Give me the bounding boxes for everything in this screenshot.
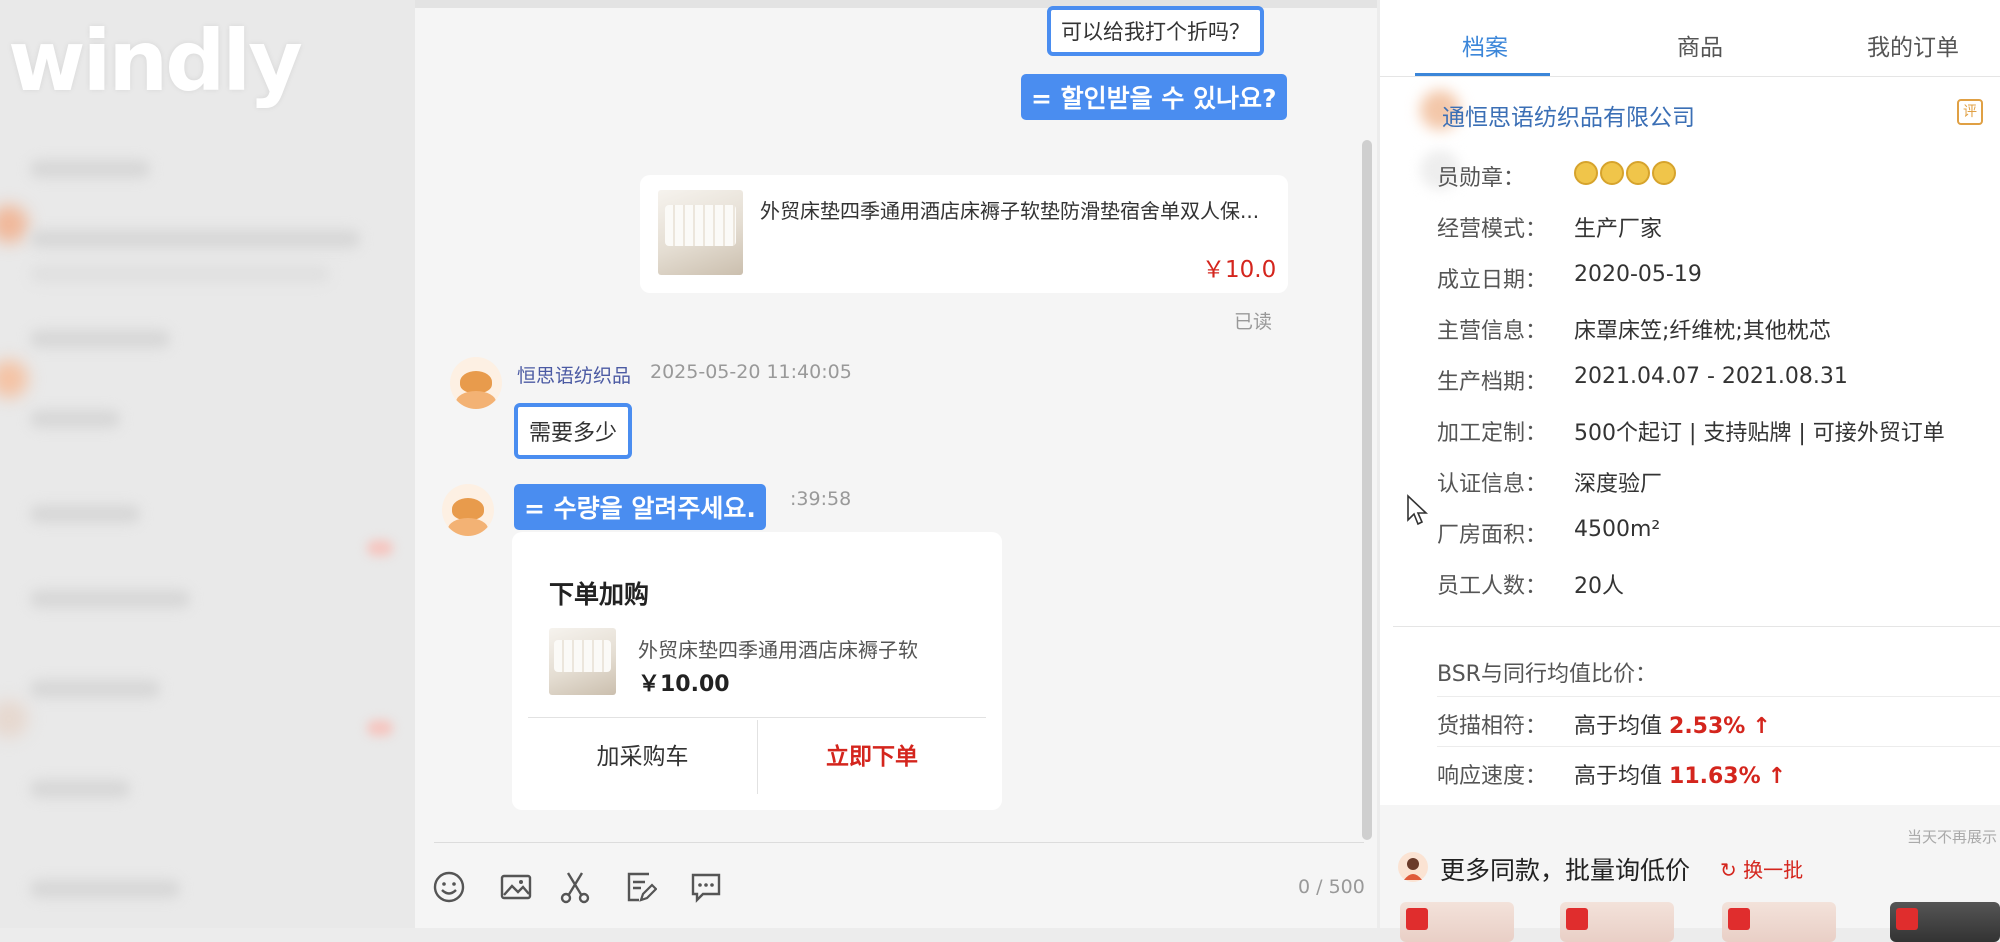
- value-certification: 深度验厂: [1574, 472, 1663, 497]
- seller-avatar: [442, 484, 494, 536]
- label-certification: 认证信息：: [1437, 472, 1548, 497]
- customer-message-bubble: 可以给我打个折吗？: [1047, 6, 1264, 56]
- translation-caption: = 수량을 알려주세요.: [514, 484, 766, 530]
- conversation-list: [0, 0, 415, 928]
- similar-product-thumb[interactable]: [1722, 902, 1836, 942]
- order-card-title: 下单加购: [549, 580, 650, 609]
- product-price: ￥10.0: [1202, 257, 1277, 283]
- blurred-row: [30, 505, 140, 523]
- watermark-logo: windly: [8, 12, 303, 110]
- label-response-speed: 响应速度：: [1437, 764, 1548, 789]
- blurred-row: [30, 590, 190, 608]
- label-customization: 加工定制：: [1437, 421, 1548, 446]
- blurred-avatar: [0, 700, 28, 738]
- label-main-business: 主营信息：: [1437, 319, 1548, 344]
- scissors-icon[interactable]: [557, 870, 593, 906]
- section-divider: [1393, 626, 2000, 627]
- value-response-speed: 高于均值 11.63% ↑: [1574, 764, 1787, 789]
- message-time: :39:58: [790, 488, 852, 510]
- refresh-batch-button[interactable]: ↻ 换一批: [1720, 854, 1803, 883]
- similar-product-thumb[interactable]: [1890, 902, 2000, 942]
- value-customization: 500个起订 | 支持贴牌 | 可接外贸订单: [1574, 421, 1945, 446]
- seller-avatar: [450, 357, 502, 409]
- value-production-schedule: 2021.04.07 - 2021.08.31: [1574, 364, 1848, 389]
- bsr-divider: [1437, 746, 2000, 747]
- order-product-thumbnail: [549, 628, 616, 695]
- read-status: 已读: [1234, 311, 1273, 333]
- product-thumbnail: [658, 190, 743, 275]
- blurred-row: [30, 410, 120, 428]
- section-avatar-icon: [1398, 852, 1428, 882]
- blurred-row: [30, 230, 360, 248]
- translation-caption: = 할인받을 수 있나요?: [1021, 74, 1287, 120]
- more-similar-title: 更多同款，批量询低价: [1440, 856, 1691, 885]
- tab-products[interactable]: 商品: [1677, 28, 1723, 62]
- input-divider: [434, 842, 1364, 843]
- label-factory-area: 厂房面积：: [1437, 523, 1548, 548]
- tab-profile[interactable]: 档案: [1462, 28, 1508, 62]
- blurred-badge: [367, 720, 393, 736]
- emoji-icon[interactable]: [431, 870, 467, 906]
- similar-product-thumb[interactable]: [1400, 902, 1514, 942]
- mouse-cursor-icon: [1406, 494, 1430, 532]
- refresh-icon: ↻: [1720, 858, 1737, 882]
- label-founded: 成立日期：: [1437, 268, 1548, 293]
- blurred-row: [30, 680, 160, 698]
- blurred-avatar: [0, 360, 28, 398]
- value-description-match: 高于均值 2.53% ↑: [1574, 714, 1771, 739]
- label-business-model: 经营模式：: [1437, 217, 1548, 242]
- blurred-badge: [367, 540, 393, 556]
- tab-divider: [1380, 76, 2000, 77]
- message-time: 2025-05-20 11:40:05: [650, 361, 852, 383]
- blurred-row: [30, 265, 330, 283]
- similar-product-thumb[interactable]: [1560, 902, 1674, 942]
- buy-now-button[interactable]: 立即下单: [758, 720, 986, 794]
- value-main-business: 床罩床笠;纤维枕;其他枕芯: [1574, 319, 1831, 344]
- label-description-match: 货描相符：: [1437, 714, 1548, 739]
- value-factory-area: 4500m²: [1574, 517, 1661, 542]
- tab-my-orders[interactable]: 我的订单: [1867, 28, 1959, 62]
- label-employees: 员工人数：: [1437, 574, 1548, 599]
- bsr-title: BSR与同行均值比价：: [1437, 662, 1657, 687]
- label-medal: 员勋章：: [1437, 166, 1526, 191]
- verified-badge-icon: 评: [1957, 99, 1983, 125]
- order-product-name: 外贸床垫四季通用酒店床褥子软: [638, 638, 918, 662]
- image-icon[interactable]: [498, 870, 534, 906]
- bsr-divider: [1437, 696, 2000, 697]
- chat-scrollbar[interactable]: [1362, 140, 1372, 840]
- card-divider: [528, 717, 986, 718]
- blurred-row: [30, 780, 130, 798]
- value-founded: 2020-05-19: [1574, 262, 1702, 287]
- blurred-row: [30, 880, 180, 898]
- medal-icons: [1574, 160, 1678, 185]
- sender-name: 恒思语纺织品: [517, 365, 632, 387]
- chat-bubble-icon[interactable]: [688, 870, 724, 906]
- value-business-model: 生产厂家: [1574, 217, 1663, 242]
- hide-today-hint[interactable]: 当天不再展示: [1907, 826, 1997, 847]
- edit-note-icon[interactable]: [622, 870, 658, 906]
- value-employees: 20人: [1574, 574, 1624, 599]
- blurred-row: [30, 330, 170, 348]
- add-to-cart-button[interactable]: 加采购车: [528, 720, 757, 794]
- char-counter: 0 / 500: [1298, 876, 1365, 898]
- blurred-avatar: [0, 205, 28, 243]
- seller-reply-bubble: 需要多少: [514, 403, 633, 459]
- company-name[interactable]: 通恒思语纺织品有限公司: [1442, 98, 1695, 132]
- product-title: 外贸床垫四季通用酒店床褥子软垫防滑垫宿舍单双人保...: [760, 199, 1260, 223]
- order-product-price: ￥10.00: [638, 672, 730, 697]
- label-production-schedule: 生产档期：: [1437, 370, 1548, 395]
- blurred-row: [30, 160, 150, 178]
